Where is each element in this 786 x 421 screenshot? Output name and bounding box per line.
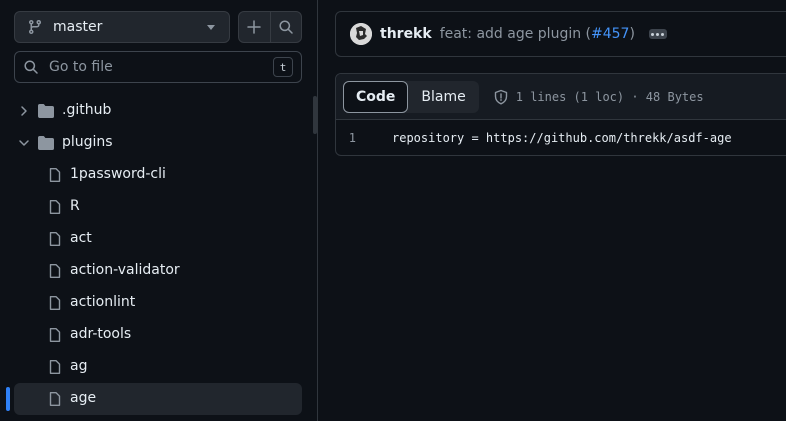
pull-request-link[interactable]: #457 xyxy=(591,26,629,42)
tree-item-label: adr-tools xyxy=(70,326,132,342)
file-tree-sidebar: master t .githubplu xyxy=(0,0,318,421)
search-icon xyxy=(279,20,293,34)
caret-down-icon xyxy=(207,24,215,30)
file-viewer: Code Blame 1 lines (1 loc) · 48 Bytes 1 … xyxy=(335,73,786,156)
tree-actions xyxy=(238,11,302,43)
tree-file-row[interactable]: 1password-cli xyxy=(0,159,318,191)
branch-selector-button[interactable]: master xyxy=(14,11,230,43)
tree-item-label: actionlint xyxy=(70,294,136,310)
ellipsis-dot xyxy=(651,32,655,36)
file-meta-text: 1 lines (1 loc) · 48 Bytes xyxy=(515,89,704,104)
shield-icon xyxy=(494,89,507,104)
chevron-down-icon[interactable] xyxy=(17,136,31,150)
line-content: repository = https://github.com/threkk/a… xyxy=(392,131,732,145)
folder-icon xyxy=(38,104,54,118)
tree-item-label: ag xyxy=(70,358,88,374)
tree-item-label: 1password-cli xyxy=(70,166,166,182)
file-icon xyxy=(49,360,61,374)
file-icon xyxy=(49,168,61,182)
chevron-right-icon[interactable] xyxy=(17,104,31,118)
search-icon xyxy=(24,60,38,74)
file-tree: .github plugins 1password-cli Ract action-va… xyxy=(0,95,318,415)
git-branch-icon xyxy=(28,20,41,35)
tree-folder-row[interactable]: .github xyxy=(0,95,318,127)
file-header: Code Blame 1 lines (1 loc) · 48 Bytes xyxy=(336,74,786,120)
folder-icon xyxy=(38,136,54,150)
file-icon xyxy=(49,200,61,214)
commit-details-button[interactable] xyxy=(648,29,667,39)
commit-message-prefix: feat: add age plugin ( xyxy=(439,26,592,42)
tree-item-label: act xyxy=(70,230,92,246)
tree-item-label: action-validator xyxy=(70,262,180,278)
latest-commit-bar: threkk feat: add age plugin (#457) xyxy=(335,11,786,57)
view-mode-toggle: Code Blame xyxy=(343,80,479,113)
file-icon xyxy=(49,328,61,342)
file-icon xyxy=(49,232,61,246)
file-info: 1 lines (1 loc) · 48 Bytes xyxy=(493,89,704,105)
plus-icon xyxy=(247,20,261,34)
tree-file-row[interactable]: ag xyxy=(0,351,318,383)
search-files-button[interactable] xyxy=(269,12,302,42)
go-to-file-input[interactable] xyxy=(47,58,273,76)
tree-item-label: R xyxy=(70,198,80,214)
shortcut-key: t xyxy=(273,57,293,77)
tree-file-row[interactable]: age xyxy=(0,383,318,415)
app-root: master t .githubplu xyxy=(0,0,786,421)
code-line: 1 repository = https://github.com/threkk… xyxy=(336,120,786,155)
commit-message[interactable]: feat: add age plugin (#457) xyxy=(440,26,635,42)
tree-file-row[interactable]: act xyxy=(0,223,318,255)
add-file-button[interactable] xyxy=(239,12,270,42)
selected-indicator xyxy=(6,387,10,411)
tree-file-row[interactable]: actionlint xyxy=(0,287,318,319)
tab-blame[interactable]: Blame xyxy=(408,81,478,113)
line-number[interactable]: 1 xyxy=(336,131,392,145)
file-icon xyxy=(49,264,61,278)
go-to-file-field[interactable]: t xyxy=(14,51,302,83)
tree-file-row[interactable]: adr-tools xyxy=(0,319,318,351)
ellipsis-dot xyxy=(661,32,665,36)
tree-scrollbar[interactable] xyxy=(313,96,317,134)
tab-code[interactable]: Code xyxy=(343,80,409,113)
tree-item-label: plugins xyxy=(62,134,113,150)
commit-author[interactable]: threkk xyxy=(380,26,432,42)
file-icon xyxy=(49,296,61,310)
tree-item-label: .github xyxy=(62,102,112,118)
commit-message-suffix: ) xyxy=(629,26,635,42)
tree-item-label: age xyxy=(70,390,97,406)
ellipsis-dot xyxy=(656,32,660,36)
file-icon xyxy=(49,392,61,406)
avatar-image xyxy=(350,23,372,45)
avatar[interactable] xyxy=(350,23,372,45)
branch-name: master xyxy=(53,19,103,35)
tree-folder-row[interactable]: plugins xyxy=(0,127,318,159)
tree-file-row[interactable]: action-validator xyxy=(0,255,318,287)
tree-file-row[interactable]: R xyxy=(0,191,318,223)
